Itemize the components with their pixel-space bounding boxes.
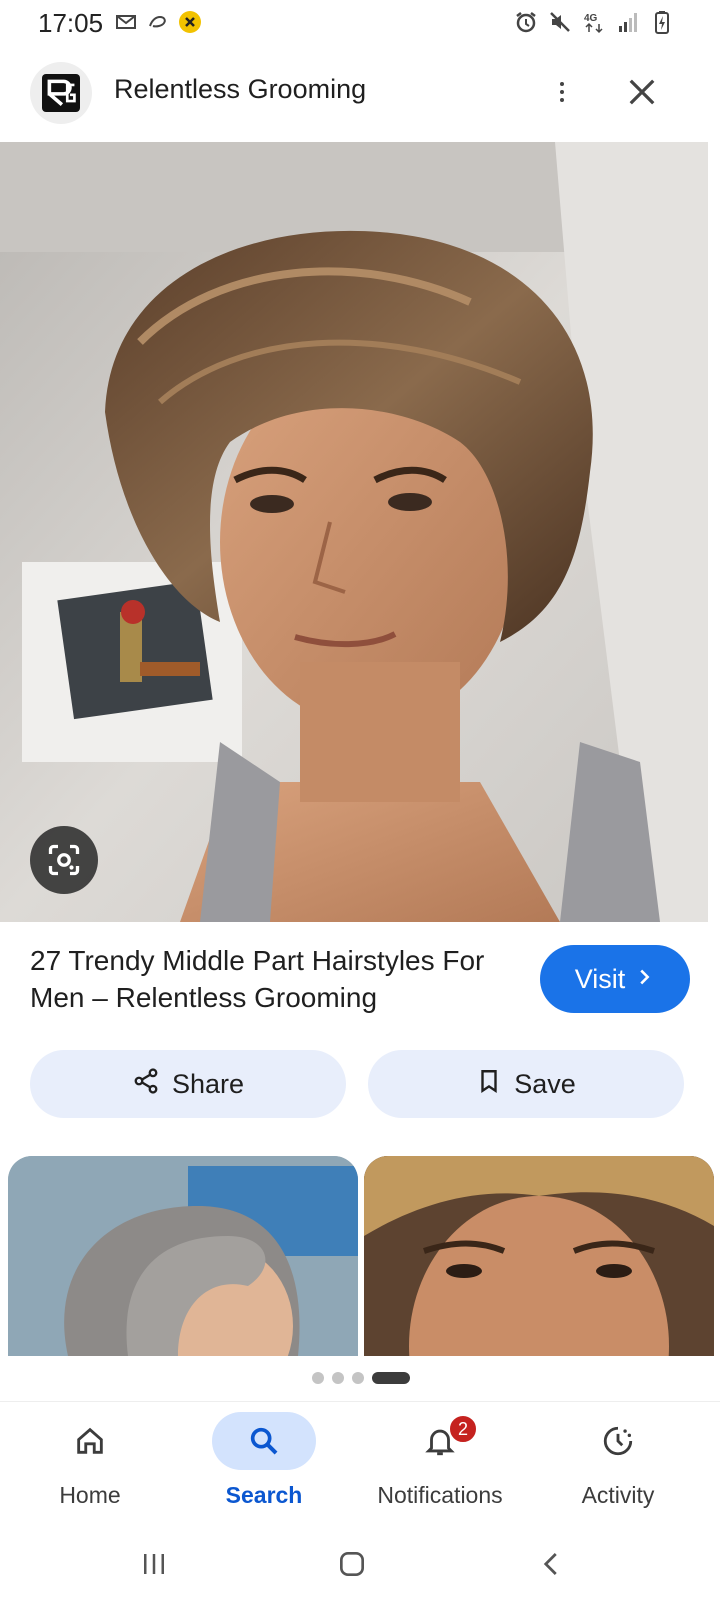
activity-icon	[566, 1412, 670, 1470]
mute-icon	[548, 10, 572, 34]
more-options-icon[interactable]	[540, 70, 584, 114]
nav-label-activity: Activity	[581, 1482, 655, 1508]
status-left-icons	[114, 10, 202, 34]
pager-dot	[352, 1372, 364, 1384]
signal-icon	[616, 10, 640, 34]
chevron-right-icon	[633, 964, 655, 995]
app-notification-icon	[178, 10, 202, 34]
source-header: Relentless Grooming	[0, 56, 720, 140]
source-name[interactable]: Relentless Grooming	[114, 74, 366, 105]
network-4g-icon: 4G	[582, 10, 606, 34]
search-icon	[212, 1412, 316, 1470]
alarm-icon	[514, 10, 538, 34]
bell-icon: 2	[388, 1412, 492, 1470]
battery-charging-icon	[650, 10, 674, 34]
relentless-grooming-logo-icon	[42, 74, 80, 112]
share-label: Share	[171, 1068, 245, 1099]
pager-dot	[312, 1372, 324, 1384]
link-icon	[146, 10, 170, 34]
system-navigation-bar	[0, 1526, 720, 1600]
pager-dot-active	[372, 1372, 410, 1384]
bookmark-icon	[476, 1068, 502, 1101]
status-right-icons: 4G	[514, 10, 674, 34]
nav-label-notifications: Notifications	[377, 1482, 503, 1508]
share-icon	[132, 1067, 160, 1102]
nav-label-home: Home	[59, 1482, 121, 1508]
share-button[interactable]: Share	[30, 1050, 346, 1118]
hairstyle-photo	[0, 142, 708, 922]
status-time: 17:05	[38, 8, 104, 38]
save-label: Save	[514, 1068, 576, 1099]
result-title[interactable]: 27 Trendy Middle Part Hairstyles For Men…	[30, 942, 500, 1016]
svg-text:4G: 4G	[584, 13, 598, 24]
back-icon[interactable]	[530, 1542, 574, 1586]
recent-apps-icon[interactable]	[132, 1542, 176, 1586]
bottom-navigation: Home Search 2 Notifications Activity	[0, 1402, 720, 1526]
close-icon[interactable]	[620, 70, 664, 114]
status-bar: 17:05 4G	[0, 0, 720, 48]
google-lens-icon[interactable]	[30, 826, 98, 894]
nav-notifications[interactable]: 2 Notifications	[350, 1412, 530, 1522]
pager-dots	[312, 1372, 410, 1384]
related-photo-1	[8, 1156, 358, 1356]
pager-dot	[332, 1372, 344, 1384]
nav-home[interactable]: Home	[0, 1412, 180, 1522]
visit-button[interactable]: Visit	[540, 945, 690, 1013]
nav-activity[interactable]: Activity	[528, 1412, 708, 1522]
source-logo[interactable]	[30, 62, 92, 124]
related-image-2[interactable]	[364, 1156, 714, 1356]
nav-label-search: Search	[225, 1482, 303, 1508]
save-button[interactable]: Save	[368, 1050, 684, 1118]
related-image-1[interactable]	[8, 1156, 358, 1356]
notification-badge: 2	[448, 1414, 478, 1444]
visit-label: Visit	[574, 963, 626, 994]
related-photo-2	[364, 1156, 714, 1356]
home-button-icon[interactable]	[330, 1542, 374, 1586]
nav-search[interactable]: Search	[174, 1412, 354, 1522]
home-icon	[38, 1412, 142, 1470]
main-result-image[interactable]	[0, 142, 708, 922]
gmail-icon	[114, 10, 138, 34]
